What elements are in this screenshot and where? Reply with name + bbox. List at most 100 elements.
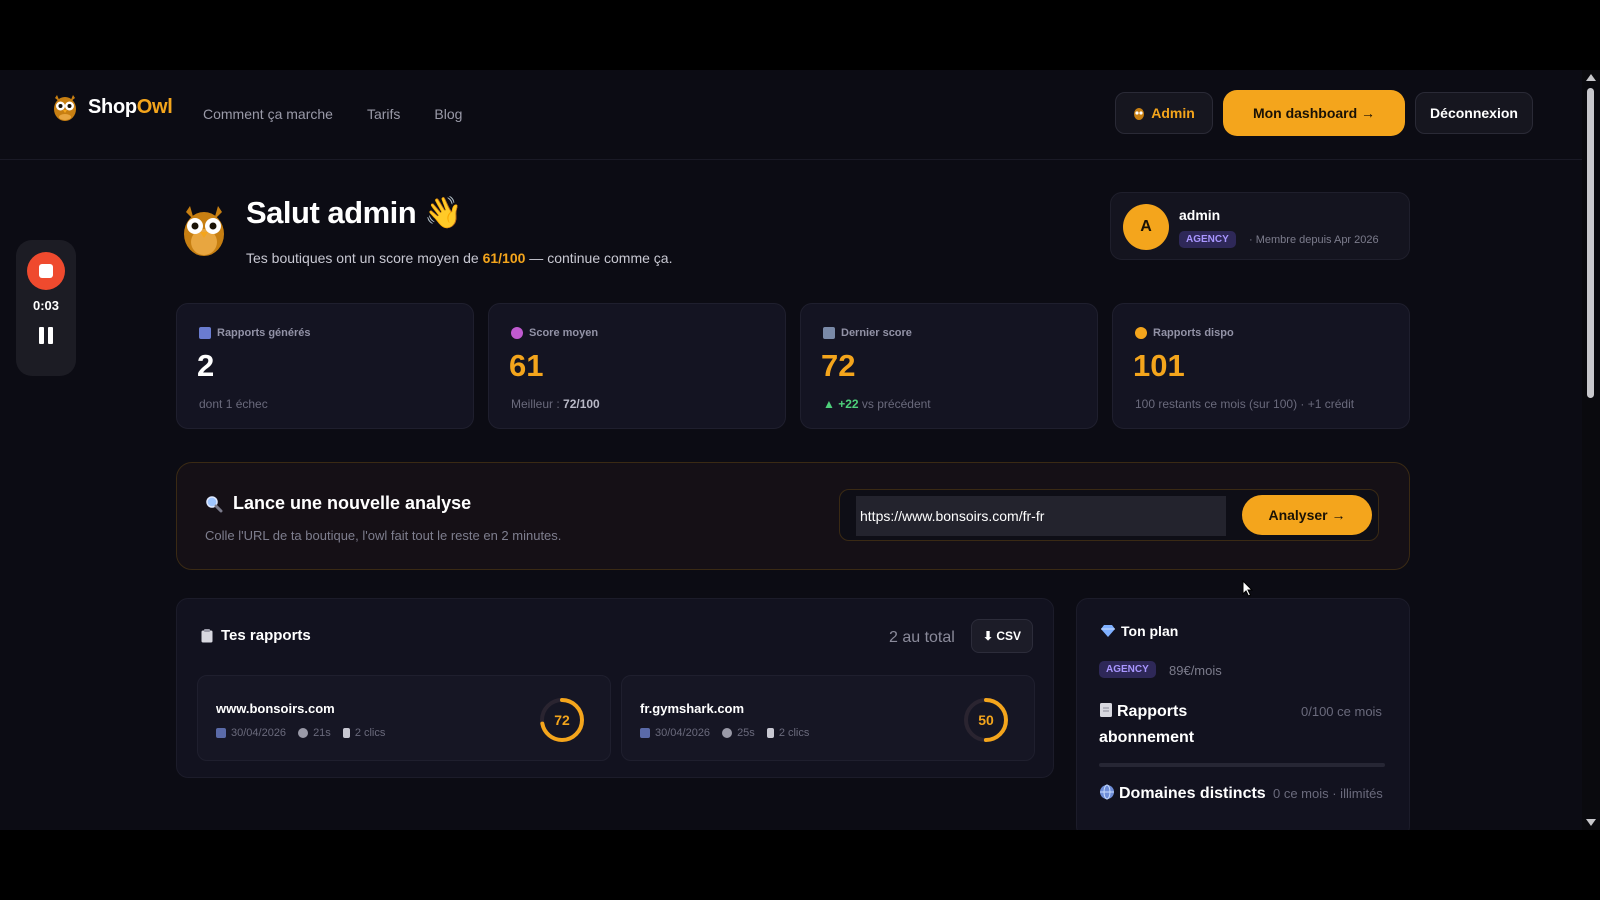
top-navbar: ShopOwl Comment ça marche Tarifs Blog Ad… [0,70,1582,160]
owl-icon [1134,108,1145,120]
report-clicks-text: 2 clics [778,727,810,739]
recording-timer: 0:03 [32,298,60,313]
stat-card-last-score: Dernier score 72 ▲ +22 vs précédent [800,303,1098,429]
best-score: 72/100 [563,397,600,411]
plan-row-label-text: Rapports abonnement [1099,703,1195,746]
nav-link-tarifs[interactable]: Tarifs [367,106,400,122]
page-scrollbar[interactable] [1582,70,1600,830]
shop-url-input[interactable] [856,496,1226,536]
stat-note-text: 100 restants ce mois (sur 100) · +1 créd… [1135,397,1355,411]
admin-button-label: Admin [1151,105,1195,121]
calendar-icon [823,327,835,339]
stat-note-text: dont 1 échec [199,397,268,411]
stat-note: dont 1 échec [199,397,268,411]
scroll-up-arrow-icon[interactable] [1586,74,1596,81]
stat-label: Dernier score [823,327,912,339]
report-domain: www.bonsoirs.com [216,701,335,716]
plan-row-label: Rapports abonnement [1099,699,1279,751]
report-meta: 30/04/2026 21s 2 clics [216,727,385,739]
admin-button[interactable]: Admin [1115,92,1213,134]
plan-badge: AGENCY [1179,231,1236,248]
stat-note: 100 restants ce mois (sur 100) · +1 créd… [1135,397,1354,411]
report-clicks-text: 2 clics [354,727,386,739]
profile-card[interactable]: A admin AGENCY · Membre depuis Apr 2026 [1110,192,1410,260]
scrollbar-thumb[interactable] [1587,88,1594,398]
report-date: 30/04/2026 [216,727,286,739]
dashboard-button[interactable]: Mon dashboard → [1223,90,1405,136]
reports-panel: Tes rapports 2 au total ⬇ CSV www.bonsoi… [176,598,1054,778]
analyze-button[interactable]: Analyser → [1242,495,1372,535]
stat-card-reports-generated: Rapports générés 2 dont 1 échec [176,303,474,429]
wave-icon: 👋 [424,195,463,230]
plan-row-value: 0/100 ce mois [1301,704,1382,719]
report-meta: 30/04/2026 25s 2 clics [640,727,809,739]
subtitle-text-start: Tes boutiques ont un score moyen de [246,250,483,266]
report-clicks: 2 clics [342,727,386,739]
globe-icon [1100,784,1114,800]
new-analysis-panel: Lance une nouvelle analyse Colle l'URL d… [176,462,1410,570]
report-duration: 21s [298,727,331,739]
stat-value: 61 [509,348,544,383]
brand-name-accent: Owl [136,95,173,118]
logout-button-label: Déconnexion [1430,105,1518,121]
owl-logo-icon [54,95,76,121]
reports-title-text: Tes rapports [221,627,311,644]
score-delta: +22 [838,397,859,411]
avatar: A [1123,204,1169,250]
stat-value: 101 [1133,348,1185,383]
owl-mascot-icon [184,206,224,256]
scroll-down-arrow-icon[interactable] [1586,819,1596,826]
brand-logo[interactable]: ShopOwl [52,92,173,122]
dashboard-button-label: Mon dashboard → [1252,105,1376,121]
phone-icon [342,728,350,738]
stat-label-text: Rapports dispo [1153,327,1234,339]
pause-recording-button[interactable] [39,327,53,344]
greeting-text: Salut admin [246,195,417,230]
plan-panel: Ton plan AGENCY 89€/mois Rapports abonne… [1076,598,1410,830]
reports-title: Tes rapports [201,627,311,644]
stop-recording-button[interactable] [27,252,65,290]
subtitle-text-end: — continue comme ça. [525,250,673,266]
stat-label: Score moyen [511,327,598,339]
nav-link-comment-ca-marche[interactable]: Comment ça marche [203,106,333,122]
report-date-text: 30/04/2026 [655,727,711,739]
chart-icon [199,327,211,339]
pause-icon-bar [48,327,53,344]
report-duration-text: 21s [313,727,331,739]
stat-note: Meilleur : 72/100 [511,397,600,411]
report-card[interactable]: fr.gymshark.com 30/04/2026 25s 2 clics 5… [621,675,1035,761]
nav-link-blog[interactable]: Blog [434,106,462,122]
url-input-group: Analyser → [839,489,1379,541]
plan-row-label: Domaines distincts [1099,781,1279,807]
reports-total-count: 2 au total [889,629,955,646]
stat-note-text: vs précédent [858,397,931,411]
csv-export-button[interactable]: ⬇ CSV [971,619,1033,653]
plan-title: Ton plan [1101,623,1178,639]
plan-price: 89€/mois [1169,663,1222,678]
score-value: 72 [554,712,570,728]
app-window: ShopOwl Comment ça marche Tarifs Blog Ad… [0,70,1600,830]
owl-icon [1135,327,1147,339]
stat-label-text: Rapports générés [217,327,311,339]
calendar-icon [640,728,650,738]
stopwatch-icon [298,728,309,738]
mouse-cursor-icon [1242,580,1254,597]
welcome-subtitle: Tes boutiques ont un score moyen de 61/1… [246,250,672,266]
report-card[interactable]: www.bonsoirs.com 30/04/2026 21s 2 clics … [197,675,611,761]
analysis-title-text: Lance une nouvelle analyse [233,493,472,513]
calendar-icon [216,728,226,738]
stat-label-text: Dernier score [841,327,912,339]
clipboard-icon [201,628,213,642]
stop-icon [39,264,53,278]
logout-button[interactable]: Déconnexion [1415,92,1533,134]
stat-note-text: Meilleur : [511,397,564,411]
reports-usage-bar [1099,763,1385,767]
plan-row-label-text: Domaines distincts [1119,785,1266,802]
stat-label: Rapports générés [199,327,311,339]
stopwatch-icon [722,728,733,738]
stat-value: 72 [821,348,856,383]
stat-card-average-score: Score moyen 61 Meilleur : 72/100 [488,303,786,429]
stat-value: 2 [197,348,215,383]
report-date-text: 30/04/2026 [231,727,287,739]
member-since: · Membre depuis Apr 2026 [1249,234,1379,246]
